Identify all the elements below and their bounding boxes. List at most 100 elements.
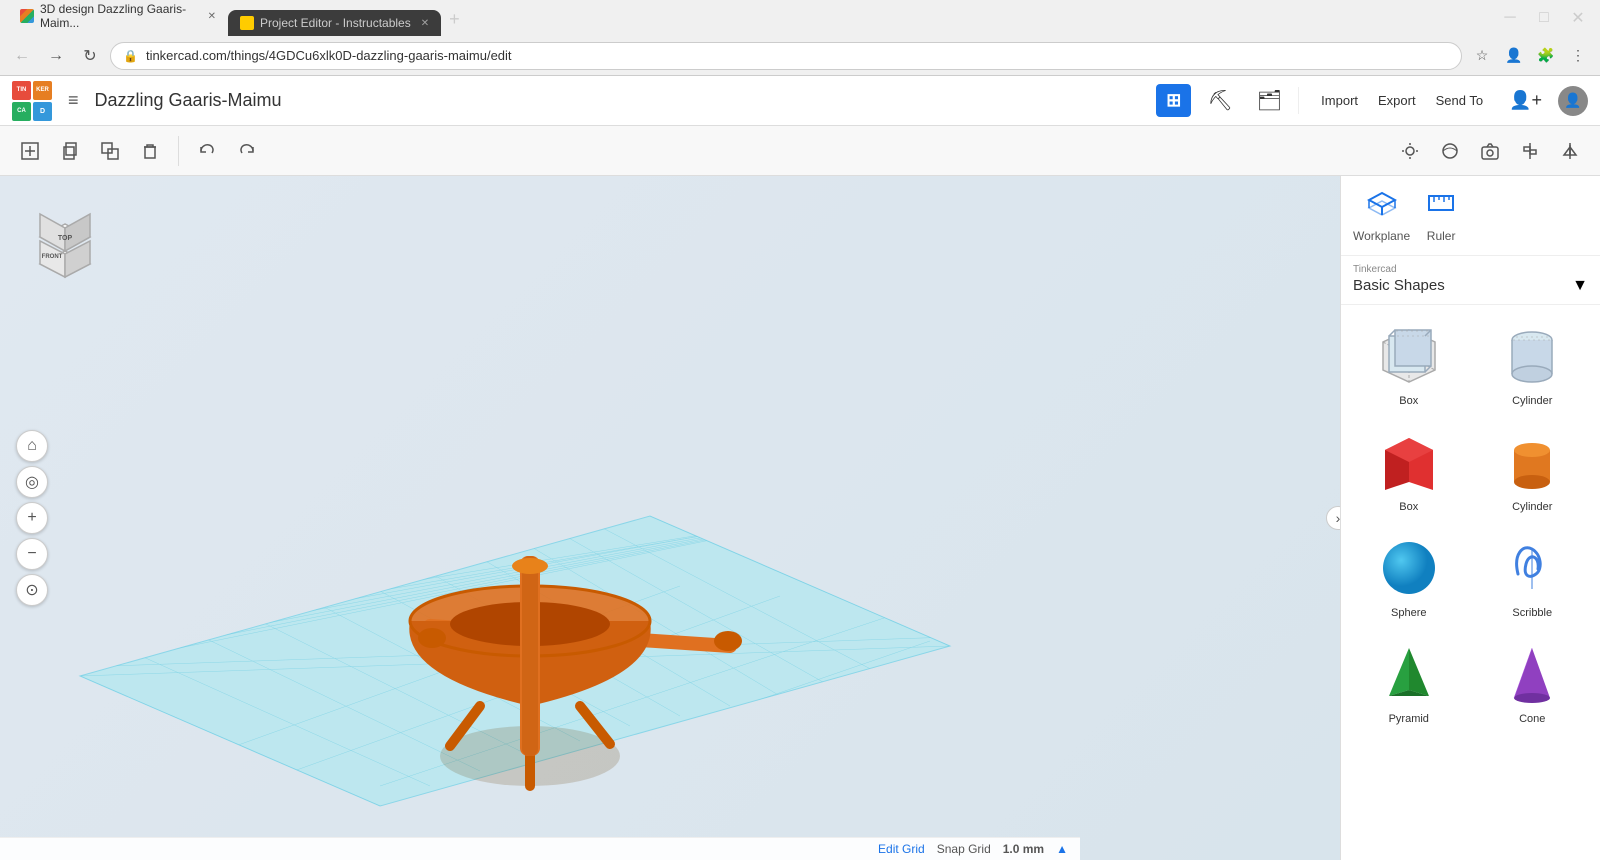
canvas-area[interactable]: TOP FRONT ⌂ ◎ + − ⊙ bbox=[0, 176, 1340, 860]
cylinder-orange-label: Cylinder bbox=[1512, 501, 1552, 513]
tinkercad-logo: TIN KER CA D bbox=[12, 81, 52, 121]
new-shape-button[interactable] bbox=[12, 135, 48, 167]
redo-button[interactable] bbox=[229, 135, 265, 167]
cylinder-wireframe-img bbox=[1497, 321, 1567, 391]
instructables-favicon bbox=[240, 16, 254, 30]
snap-grid-toggle[interactable]: ▲ bbox=[1056, 842, 1068, 856]
apps-grid-button[interactable]: ⊞ bbox=[1156, 84, 1191, 117]
gallery-button[interactable]: 🗂 bbox=[1249, 84, 1290, 117]
tab-tinkercad-close[interactable]: ✕ bbox=[208, 11, 216, 22]
new-tab-button[interactable]: + bbox=[441, 5, 468, 34]
logo-d: D bbox=[33, 102, 52, 121]
import-button[interactable]: Import bbox=[1311, 87, 1368, 114]
extensions-btn[interactable]: 🧩 bbox=[1532, 42, 1560, 70]
view-cube[interactable]: TOP FRONT bbox=[20, 196, 110, 286]
toolbar bbox=[0, 126, 1600, 176]
toolbar-separator-1 bbox=[178, 136, 179, 166]
logo-ca: CA bbox=[12, 102, 31, 121]
category-dropdown[interactable]: ▼ bbox=[1572, 277, 1588, 295]
tab-instructables-label: Project Editor - Instructables bbox=[260, 16, 411, 30]
tab-instructables-close[interactable]: ✕ bbox=[421, 18, 429, 29]
panel-top-controls: Workplane Ruler bbox=[1341, 176, 1600, 256]
undo-button[interactable] bbox=[189, 135, 225, 167]
address-text: tinkercad.com/things/4GDCu6xlk0D-dazzlin… bbox=[146, 48, 512, 63]
bookmark-btn[interactable]: ☆ bbox=[1468, 42, 1496, 70]
tab-tinkercad-label: 3D design Dazzling Gaaris-Maim... bbox=[40, 2, 198, 30]
shape-scribble[interactable]: Scribble bbox=[1473, 525, 1593, 627]
ruler-label: Ruler bbox=[1427, 229, 1456, 243]
shapes-grid: Box Cylinder bbox=[1341, 305, 1600, 741]
browser-close[interactable]: ✕ bbox=[1564, 4, 1592, 32]
lock-icon: 🔒 bbox=[123, 49, 138, 63]
3d-scene bbox=[30, 296, 990, 860]
tinkercad-favicon bbox=[20, 9, 34, 23]
add-user-button[interactable]: 👤+ bbox=[1501, 86, 1550, 115]
scribble-label: Scribble bbox=[1512, 607, 1552, 619]
box-wireframe-img bbox=[1374, 321, 1444, 391]
mirror-button[interactable] bbox=[1552, 135, 1588, 167]
project-title: Dazzling Gaaris-Maimu bbox=[95, 90, 1145, 111]
pickaxe-button[interactable]: ⛏ bbox=[1199, 84, 1240, 117]
send-to-button[interactable]: Send To bbox=[1426, 87, 1493, 114]
tab-tinkercad[interactable]: 3D design Dazzling Gaaris-Maim... ✕ bbox=[8, 0, 228, 36]
bottom-bar: Edit Grid Snap Grid 1.0 mm ▲ bbox=[0, 837, 1080, 860]
right-panel: Workplane Ruler Tinkercad Bas bbox=[1340, 176, 1600, 860]
browser-minimize[interactable]: ─ bbox=[1496, 4, 1524, 32]
shape-cylinder-wireframe[interactable]: Cylinder bbox=[1473, 313, 1593, 415]
viewport[interactable]: TOP FRONT ⌂ ◎ + − ⊙ bbox=[0, 176, 1340, 860]
light-button[interactable] bbox=[1392, 135, 1428, 167]
shape-box-wireframe[interactable]: Box bbox=[1349, 313, 1469, 415]
svg-text:FRONT: FRONT bbox=[42, 254, 63, 260]
shape-box-red[interactable]: Box bbox=[1349, 419, 1469, 521]
ruler-button[interactable]: Ruler bbox=[1426, 188, 1456, 243]
snap-grid-label: Snap Grid bbox=[937, 842, 991, 856]
profile-btn[interactable]: 👤 bbox=[1500, 42, 1528, 70]
delete-button[interactable] bbox=[132, 135, 168, 167]
nav-back[interactable]: ← bbox=[8, 42, 36, 70]
logo-tin: TIN bbox=[12, 81, 31, 100]
browser-actions: ☆ 👤 🧩 ⋮ bbox=[1468, 42, 1592, 70]
export-button[interactable]: Export bbox=[1368, 87, 1426, 114]
edit-grid-button[interactable]: Edit Grid bbox=[878, 842, 925, 856]
category-meta: Tinkercad bbox=[1353, 264, 1588, 275]
sphere-label: Sphere bbox=[1391, 607, 1426, 619]
box-wireframe-label: Box bbox=[1399, 395, 1418, 407]
workplane-icon bbox=[1367, 188, 1397, 225]
import-export-group: Import Export Send To bbox=[1298, 87, 1493, 114]
workplane-button[interactable]: Workplane bbox=[1353, 188, 1410, 243]
header-actions: ⊞ ⛏ 🗂 Import Export Send To 👤+ 👤 bbox=[1156, 84, 1588, 117]
nav-forward[interactable]: → bbox=[42, 42, 70, 70]
box-red-label: Box bbox=[1399, 501, 1418, 513]
more-btn[interactable]: ⋮ bbox=[1564, 42, 1592, 70]
cone-label: Cone bbox=[1519, 713, 1545, 725]
address-bar[interactable]: 🔒 tinkercad.com/things/4GDCu6xlk0D-dazzl… bbox=[110, 42, 1462, 70]
duplicate-button[interactable] bbox=[92, 135, 128, 167]
workplane-label: Workplane bbox=[1353, 229, 1410, 243]
menu-button[interactable]: ≡ bbox=[64, 86, 83, 115]
app-header: TIN KER CA D ≡ Dazzling Gaaris-Maimu ⊞ ⛏… bbox=[0, 76, 1600, 126]
align-button[interactable] bbox=[1512, 135, 1548, 167]
browser-controls: ← → ↻ 🔒 tinkercad.com/things/4GDCu6xlk0D… bbox=[0, 36, 1600, 76]
cone-img bbox=[1497, 639, 1567, 709]
scribble-img bbox=[1497, 533, 1567, 603]
cylinder-wireframe-label: Cylinder bbox=[1512, 395, 1552, 407]
shape-pyramid[interactable]: Pyramid bbox=[1349, 631, 1469, 733]
shape-cylinder-orange[interactable]: Cylinder bbox=[1473, 419, 1593, 521]
pyramid-label: Pyramid bbox=[1389, 713, 1429, 725]
copy-button[interactable] bbox=[52, 135, 88, 167]
shape-sphere[interactable]: Sphere bbox=[1349, 525, 1469, 627]
tab-instructables[interactable]: Project Editor - Instructables ✕ bbox=[228, 10, 441, 36]
cylinder-orange-img bbox=[1497, 427, 1567, 497]
shape-cone[interactable]: Cone bbox=[1473, 631, 1593, 733]
shapes-category: Tinkercad Basic Shapes ▼ bbox=[1341, 256, 1600, 305]
nav-refresh[interactable]: ↻ bbox=[76, 42, 104, 70]
browser-chrome: 3D design Dazzling Gaaris-Maim... ✕ Proj… bbox=[0, 0, 1600, 76]
snap-grid-value: 1.0 mm bbox=[1003, 842, 1044, 856]
box-red-img bbox=[1374, 427, 1444, 497]
camera-button[interactable] bbox=[1472, 135, 1508, 167]
category-name: Basic Shapes bbox=[1353, 275, 1572, 296]
avatar[interactable]: 👤 bbox=[1558, 86, 1588, 116]
browser-maximize[interactable]: □ bbox=[1530, 4, 1558, 32]
svg-text:TOP: TOP bbox=[58, 235, 73, 242]
view-toggle-button[interactable] bbox=[1432, 135, 1468, 167]
